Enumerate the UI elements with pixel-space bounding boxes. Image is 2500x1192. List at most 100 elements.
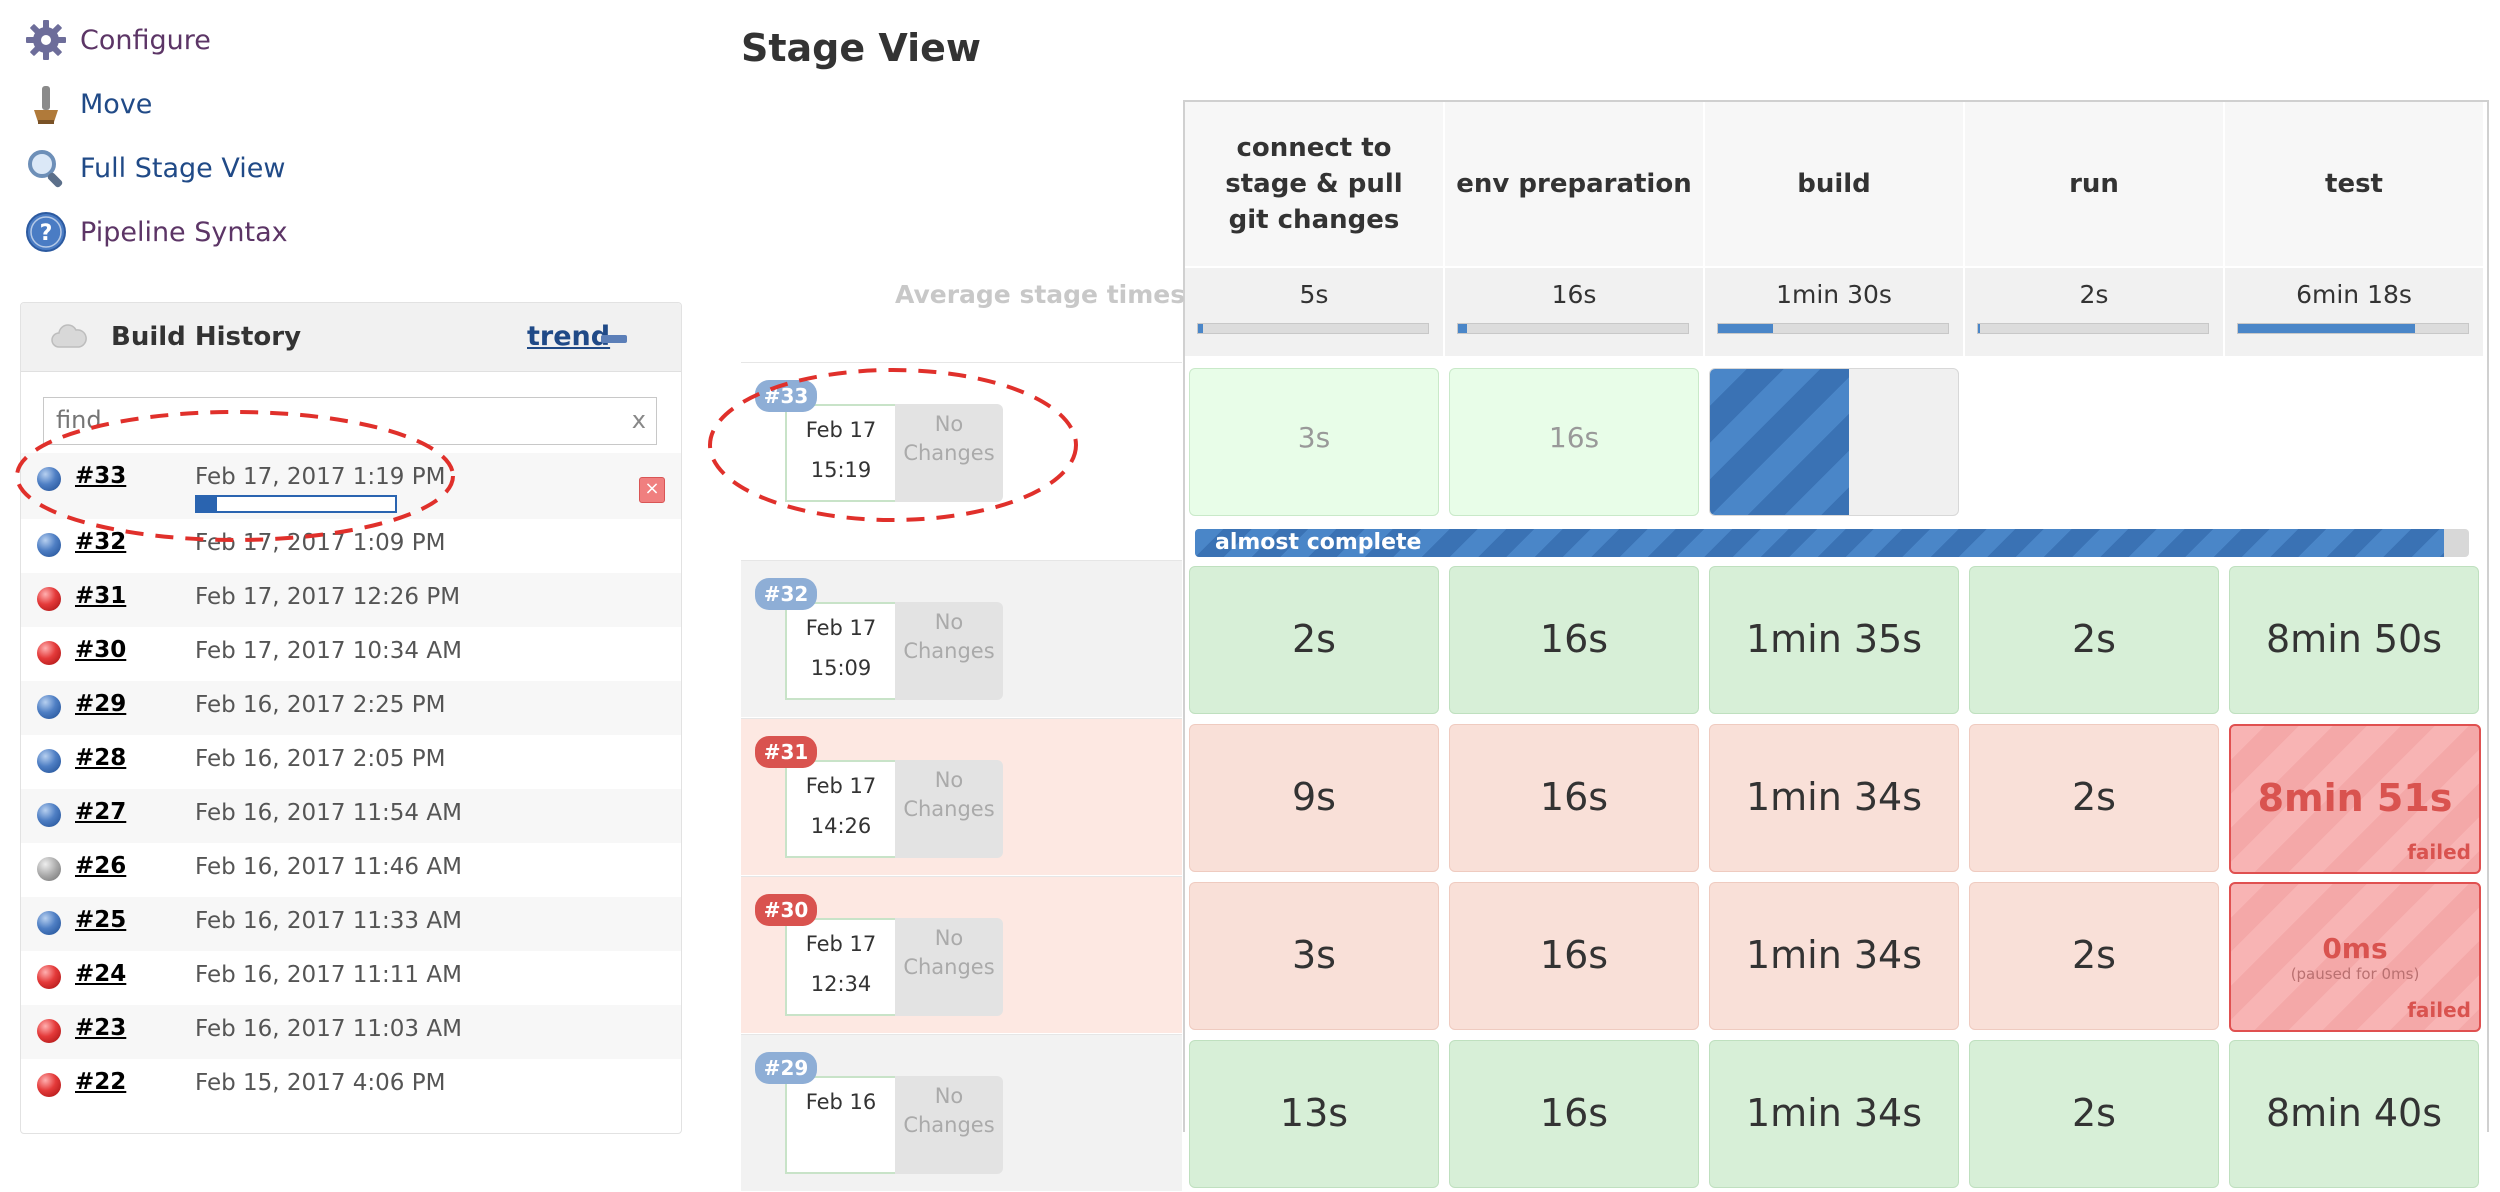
stage-duration: 16s: [1539, 775, 1609, 819]
stage-cell[interactable]: 1min 34s: [1709, 724, 1959, 872]
status-ball-icon: [37, 641, 61, 665]
stage-header: env preparation: [1445, 102, 1703, 266]
build-number-link[interactable]: #28: [75, 745, 126, 771]
stage-cell[interactable]: 3s: [1189, 368, 1439, 516]
stage-average-cell: 2s: [1965, 268, 2223, 356]
run-changes: No Changes: [895, 1076, 1003, 1174]
run-badge[interactable]: #30: [755, 894, 817, 926]
full-stage-view-link[interactable]: Full Stage View: [80, 153, 285, 184]
run-badge[interactable]: #32: [755, 578, 817, 610]
stage-duration: 2s: [1292, 617, 1336, 661]
stage-average-time: 2s: [2079, 280, 2109, 309]
stage-cell[interactable]: 16s: [1449, 566, 1699, 714]
build-number-link[interactable]: #32: [75, 529, 126, 555]
stage-header: connect to stage & pull git changes: [1185, 102, 1443, 266]
move-link[interactable]: Move: [80, 89, 152, 120]
build-date: Feb 17, 2017 10:34 AM: [195, 638, 462, 664]
stage-cell[interactable]: 0ms (paused for 0ms) failed: [2229, 882, 2481, 1032]
run-date: Feb 17: [805, 932, 877, 956]
stage-duration: 3s: [1297, 421, 1331, 454]
collapse-icon[interactable]: [601, 335, 627, 343]
stage-cell[interactable]: 16s: [1449, 368, 1699, 516]
stage-cell[interactable]: 16s: [1449, 724, 1699, 872]
stage-duration: 13s: [1279, 1091, 1349, 1135]
build-number-link[interactable]: #29: [75, 691, 126, 717]
stage-duration: 2s: [2072, 1091, 2116, 1135]
pipeline-run-row: Feb 17 14:26 #31 No Changes 9s 16s 1min 34s 2s 8…: [741, 718, 2485, 876]
build-search-input[interactable]: [44, 398, 596, 442]
build-row: #29 Feb 16, 2017 2:25 PM: [21, 681, 681, 735]
stage-average-time: 6min 18s: [2296, 280, 2412, 309]
stage-cell[interactable]: 9s: [1189, 724, 1439, 872]
build-number-link[interactable]: #23: [75, 1015, 126, 1041]
build-date: Feb 16, 2017 2:05 PM: [195, 746, 446, 772]
run-date: Feb 17: [805, 616, 877, 640]
stage-cell[interactable]: 13s: [1189, 1040, 1439, 1188]
task-full-stage-view[interactable]: Full Stage View: [22, 143, 285, 193]
build-number-link[interactable]: #22: [75, 1069, 126, 1095]
average-stage-times-label: Average stage times:: [895, 280, 1196, 309]
stage-cell[interactable]: 16s: [1449, 882, 1699, 1030]
status-ball-icon: [37, 803, 61, 827]
run-badge[interactable]: #31: [755, 736, 817, 768]
build-row: #24 Feb 16, 2017 11:11 AM: [21, 951, 681, 1005]
build-number-link[interactable]: #24: [75, 961, 126, 987]
task-configure[interactable]: Configure: [22, 15, 211, 65]
run-progress-label: almost complete: [1215, 530, 1422, 555]
stage-cell[interactable]: 2s: [1969, 1040, 2219, 1188]
stage-cell[interactable]: 8min 40s: [2229, 1040, 2479, 1188]
stage-duration: 16s: [1539, 933, 1609, 977]
stage-cell[interactable]: 1min 35s: [1709, 566, 1959, 714]
build-date: Feb 17, 2017 12:26 PM: [195, 584, 461, 610]
stage-cell[interactable]: 16s: [1449, 1040, 1699, 1188]
status-ball-icon: [37, 911, 61, 935]
run-changes: No Changes: [895, 404, 1003, 502]
build-row: #28 Feb 16, 2017 2:05 PM: [21, 735, 681, 789]
stage-cell[interactable]: 2s: [1969, 882, 2219, 1030]
clear-search-button[interactable]: x: [632, 406, 646, 434]
task-pipeline-syntax[interactable]: ? Pipeline Syntax: [22, 207, 288, 257]
run-time: 15:09: [810, 656, 872, 680]
magnifier-icon: [22, 144, 70, 192]
stage-cell[interactable]: [1709, 368, 1959, 516]
run-changes-text: No Changes: [903, 768, 995, 821]
stage-cell[interactable]: 3s: [1189, 882, 1439, 1030]
stage-header: test: [2225, 102, 2483, 266]
build-progress-fill: [197, 497, 217, 511]
stage-cell[interactable]: 1min 34s: [1709, 882, 1959, 1030]
stage-cell[interactable]: 2s: [1969, 566, 2219, 714]
gear-icon: [22, 16, 70, 64]
build-number-link[interactable]: #33: [75, 463, 126, 489]
stage-duration: 9s: [1292, 775, 1336, 819]
task-move[interactable]: Move: [22, 79, 152, 129]
build-row: #32 Feb 17, 2017 1:09 PM: [21, 519, 681, 573]
build-number-link[interactable]: #25: [75, 907, 126, 933]
build-number-link[interactable]: #30: [75, 637, 126, 663]
run-date-box: Feb 17 15:19: [785, 404, 895, 502]
stage-cell[interactable]: 2s: [1969, 724, 2219, 872]
stage-duration: 8min 50s: [2265, 617, 2443, 661]
build-number-link[interactable]: #31: [75, 583, 126, 609]
stage-duration: 2s: [2072, 775, 2116, 819]
stage-cell[interactable]: 2s: [1189, 566, 1439, 714]
pipeline-syntax-link[interactable]: Pipeline Syntax: [80, 217, 288, 248]
stage-running-stripe: [1710, 369, 1849, 515]
build-number-link[interactable]: #27: [75, 799, 126, 825]
cancel-build-icon[interactable]: ×: [639, 477, 665, 503]
build-date: Feb 16, 2017 11:46 AM: [195, 854, 462, 880]
stage-cell[interactable]: 8min 50s: [2229, 566, 2479, 714]
stage-cell[interactable]: 8min 51s failed: [2229, 724, 2481, 874]
run-changes-text: No Changes: [903, 1084, 995, 1137]
status-ball-icon: [37, 1019, 61, 1043]
find-field: x: [43, 397, 657, 445]
build-date: Feb 16, 2017 2:25 PM: [195, 692, 446, 718]
build-number-link[interactable]: #26: [75, 853, 126, 879]
trend-link[interactable]: trend: [527, 321, 610, 352]
run-badge[interactable]: #29: [755, 1052, 817, 1084]
build-progress-bar: [195, 495, 397, 513]
run-badge[interactable]: #33: [755, 380, 817, 412]
stage-duration: 8min 40s: [2265, 1091, 2443, 1135]
stage-cell[interactable]: 1min 34s: [1709, 1040, 1959, 1188]
configure-link[interactable]: Configure: [80, 25, 211, 56]
stage-duration: 2s: [2072, 617, 2116, 661]
